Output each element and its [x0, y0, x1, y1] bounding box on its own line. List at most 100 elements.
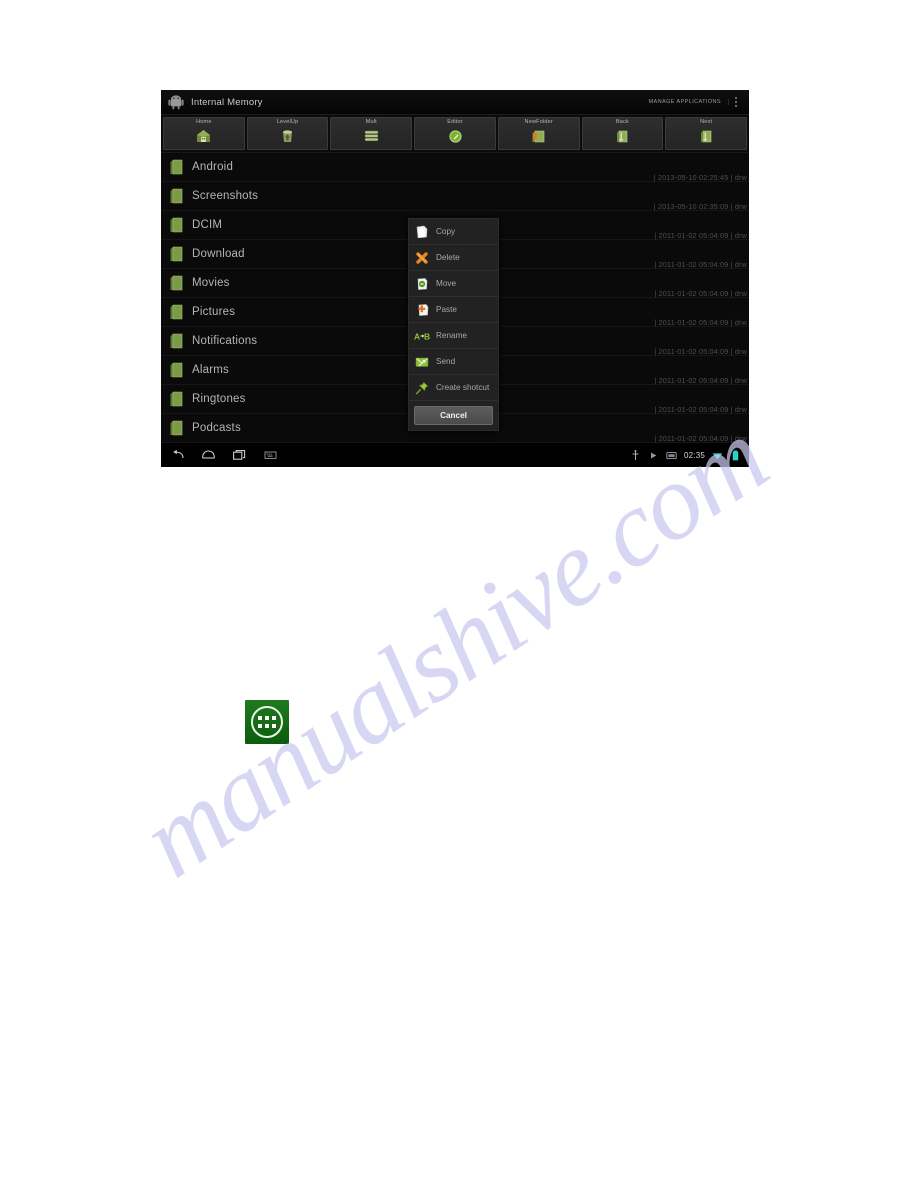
toolbar-button-home[interactable]: Home [163, 117, 245, 150]
android-robot-icon [167, 93, 185, 111]
status-icons: 02:35 [630, 449, 741, 461]
toolbar-label: Home [196, 119, 212, 125]
nav-buttons [169, 448, 279, 463]
file-meta: | 2011-01-02 05:04:09 | drw [654, 347, 747, 356]
file-meta: | 2013-05-10 02:35:09 | drw [653, 202, 747, 211]
home-icon[interactable] [200, 448, 217, 463]
navigation-bar: 02:35 [161, 443, 749, 467]
back-arrow-icon[interactable] [169, 448, 186, 463]
keyboard-icon[interactable] [262, 448, 279, 463]
file-name: Notifications [192, 335, 258, 347]
file-name: Android [192, 161, 234, 173]
file-meta: | 2011-01-02 05:04:09 | drw [654, 231, 747, 240]
editor-icon [446, 127, 464, 145]
play-icon [648, 450, 659, 461]
toolbar-button-levelup[interactable]: LevelUp [246, 117, 329, 150]
cancel-button[interactable]: Cancel [414, 406, 493, 425]
file-name: Download [192, 248, 245, 260]
manage-applications-button[interactable]: MANAGE APPLICATIONS [649, 99, 729, 105]
menu-item-move[interactable]: Move [409, 271, 498, 297]
home-folder-icon [195, 127, 213, 145]
copy-page-icon [414, 224, 430, 240]
toolbar-label: Next [700, 119, 713, 125]
menu-item-label: Delete [436, 252, 460, 262]
file-name: DCIM [192, 219, 223, 231]
file-meta: | 2011-01-02 05:04:09 | drw [654, 260, 747, 269]
toolbar-label: NewFolder [524, 119, 553, 125]
toolbar-label: LevelUp [276, 119, 299, 125]
send-icon [414, 354, 430, 370]
menu-item-paste[interactable]: Paste [409, 297, 498, 323]
toolbar-button-editor[interactable]: Editor [414, 117, 496, 150]
folder-icon [170, 188, 183, 204]
menu-item-label: Paste [436, 304, 457, 314]
toolbar-label: Back [615, 119, 629, 125]
folder-icon [170, 217, 183, 233]
menu-item-send[interactable]: Send [409, 349, 498, 375]
tablet-screenshot: Internal Memory MANAGE APPLICATIONS Home [161, 90, 749, 467]
level-up-icon [279, 127, 297, 145]
toolbar-button-mult[interactable]: Mult [330, 117, 413, 150]
file-meta: | 2013-05-10 02:25:45 | drw [653, 173, 747, 182]
menu-item-delete[interactable]: Delete [409, 245, 498, 271]
file-meta: | 2011-01-02 05:04:09 | drw [654, 405, 747, 414]
file-meta: | 2011-01-02 05:04:09 | drw [654, 289, 747, 298]
menu-item-rename[interactable]: A B Rename [409, 323, 498, 349]
toolbar-button-newfolder[interactable]: NewFolder [497, 117, 580, 150]
battery-icon [730, 449, 741, 461]
toolbar: Home LevelUp Mult Editor NewFolder Back … [161, 115, 749, 153]
folder-icon [170, 304, 183, 320]
svg-text:B: B [424, 331, 430, 341]
file-name: Screenshots [192, 190, 259, 202]
folder-icon [170, 246, 183, 262]
recents-icon[interactable] [231, 448, 248, 463]
page-title: Internal Memory [191, 96, 263, 108]
move-icon [414, 276, 430, 292]
file-list[interactable]: Android | 2013-05-10 02:25:45 | drw Scre… [161, 153, 749, 443]
table-row[interactable]: Android | 2013-05-10 02:25:45 | drw [161, 153, 749, 182]
file-name: Alarms [192, 364, 229, 376]
watermark-text: manualshive.com [121, 397, 787, 901]
menu-item-copy[interactable]: Copy [409, 219, 498, 245]
new-folder-icon [530, 127, 548, 145]
menu-item-label: Create shotcut [436, 382, 490, 392]
folder-icon [170, 159, 183, 175]
context-menu: Copy Delete Move Paste A B Rename Send C… [408, 218, 499, 431]
folder-icon [170, 333, 183, 349]
file-name: Podcasts [192, 422, 241, 434]
folder-icon [170, 420, 183, 436]
menu-item-create-shortcut[interactable]: Create shotcut [409, 375, 498, 401]
app-drawer-grid [251, 706, 283, 738]
toolbar-label: Editor [447, 119, 463, 125]
menu-item-label: Copy [436, 226, 456, 236]
file-name: Ringtones [192, 393, 246, 405]
back-folder-icon [613, 127, 631, 145]
overflow-menu-icon[interactable] [729, 93, 743, 111]
action-bar: Internal Memory MANAGE APPLICATIONS [161, 90, 749, 115]
menu-item-label: Send [436, 356, 456, 366]
wifi-icon [712, 450, 723, 461]
file-meta: | 2011-01-02 05:04:09 | drw [654, 376, 747, 385]
file-name: Pictures [192, 306, 236, 318]
menu-item-label: Move [436, 278, 457, 288]
folder-icon [170, 391, 183, 407]
next-folder-icon [697, 127, 715, 145]
pushpin-icon [414, 380, 430, 396]
app-drawer-icon[interactable] [245, 700, 289, 744]
paste-plus-icon [414, 302, 430, 318]
toolbar-label: Mult [365, 119, 377, 125]
file-name: Movies [192, 277, 230, 289]
multi-select-icon [362, 127, 380, 145]
file-meta: | 2011-01-02 05:04:09 | drw [654, 318, 747, 327]
toolbar-button-next[interactable]: Next [665, 117, 748, 150]
svg-text:A: A [414, 331, 420, 341]
sdcard-icon [666, 450, 677, 461]
menu-item-label: Rename [436, 330, 467, 340]
toolbar-button-back[interactable]: Back [581, 117, 664, 150]
delete-x-icon [414, 250, 430, 266]
action-bar-right: MANAGE APPLICATIONS [649, 93, 743, 111]
folder-icon [170, 275, 183, 291]
table-row[interactable]: Screenshots | 2013-05-10 02:35:09 | drw [161, 182, 749, 211]
folder-icon [170, 362, 183, 378]
rename-ab-icon: A B [414, 328, 430, 344]
